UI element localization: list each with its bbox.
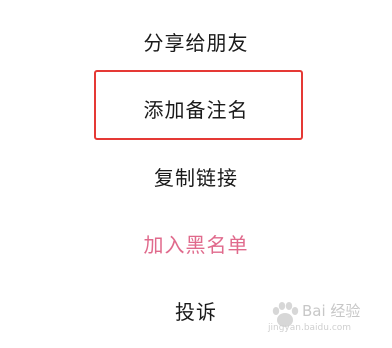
menu-item-share-to-friend[interactable]: 分享给朋友 [0,29,392,57]
menu-item-add-to-blacklist[interactable]: 加入黑名单 [0,231,392,259]
baidu-jingyan-watermark: Bai 经验 jingyan.baidu.com [268,296,378,340]
menu-item-add-remark[interactable]: 添加备注名 [0,96,392,124]
menu-item-copy-link[interactable]: 复制链接 [0,164,392,192]
watermark-url: jingyan.baidu.com [268,323,352,333]
watermark-text: Bai 经验 [302,302,361,320]
